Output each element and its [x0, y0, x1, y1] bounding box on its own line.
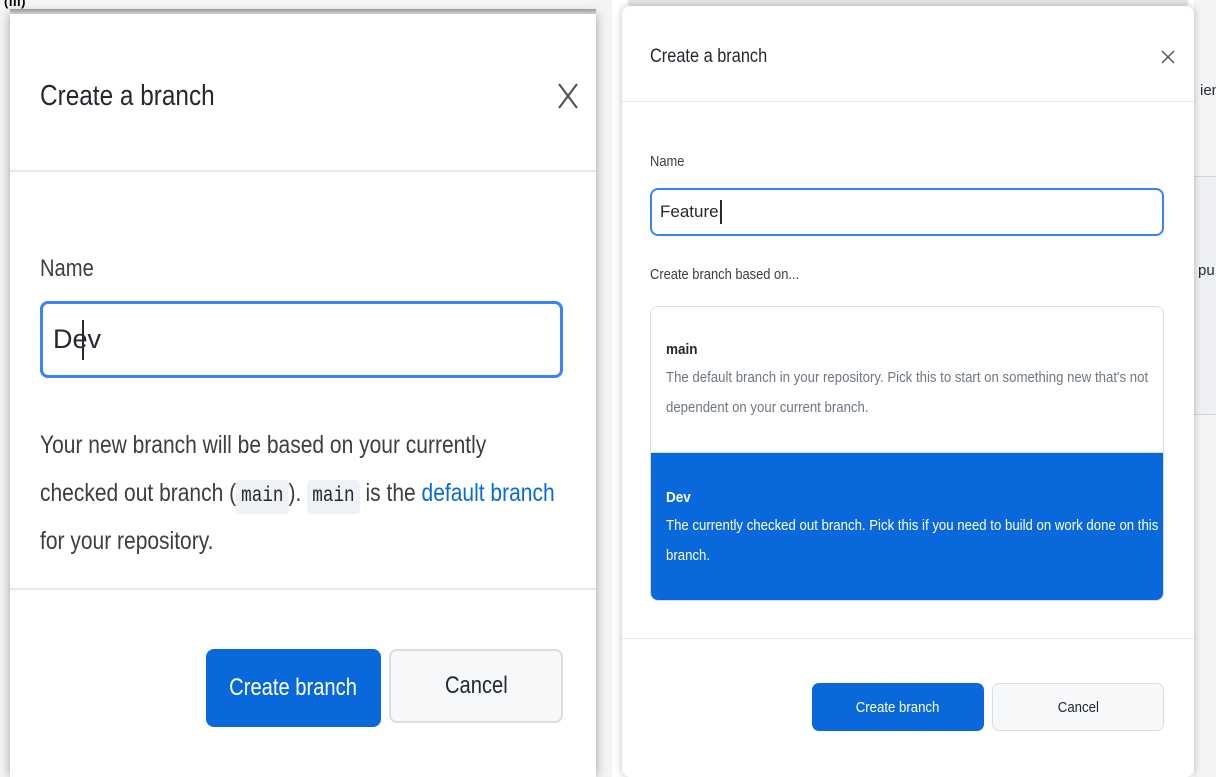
branch-name-input[interactable] — [40, 301, 563, 378]
panel-label: (iii) — [4, 0, 26, 9]
footer-divider — [10, 588, 596, 590]
background-text-fragment: ien — [1200, 82, 1216, 99]
cancel-button[interactable]: Cancel — [992, 683, 1164, 731]
background-app-strip — [1194, 0, 1216, 777]
cancel-label: Cancel — [444, 672, 508, 699]
description-text: for your repository. — [40, 527, 214, 555]
cancel-label: Cancel — [1057, 698, 1099, 716]
option-description: The default branch in your repository. P… — [666, 369, 1149, 416]
close-icon[interactable] — [556, 80, 580, 112]
create-branch-dialog: Create a branch Name Create branch based… — [622, 6, 1194, 777]
based-on-label: Create branch based on... — [650, 266, 800, 283]
branch-name-input[interactable] — [650, 188, 1164, 236]
dialog-title: Create a branch — [40, 80, 215, 112]
dialog-header: Create a branch — [622, 6, 1194, 102]
option-title: main — [666, 341, 698, 358]
code-branch-name: main — [236, 480, 289, 514]
create-branch-label: Create branch — [856, 698, 940, 716]
dialog-title: Create a branch — [650, 46, 768, 67]
base-option-dev-selected[interactable]: Dev The currently checked out branch. Pi… — [651, 453, 1163, 600]
branch-base-description: Your new branch will be based on your cu… — [40, 421, 561, 565]
code-branch-name: main — [307, 480, 360, 514]
text-caret — [720, 200, 722, 224]
name-label: Name — [40, 255, 94, 282]
background-text-fragment: pu — [1198, 262, 1215, 279]
background-panel — [1194, 177, 1216, 415]
default-branch-link[interactable]: default branch — [422, 479, 555, 507]
description-text: is the — [359, 479, 422, 507]
name-label: Name — [650, 153, 685, 170]
footer-divider — [622, 638, 1194, 639]
base-option-main[interactable]: main The default branch in your reposito… — [651, 307, 1163, 453]
create-branch-dialog-zoomed: Create a branch Name Your new branch wil… — [10, 9, 596, 777]
description-text: ). — [288, 479, 302, 507]
option-description: The currently checked out branch. Pick t… — [666, 517, 1159, 564]
dialog-header: Create a branch — [10, 14, 596, 172]
create-branch-label: Create branch — [229, 674, 358, 701]
create-branch-button[interactable]: Create branch — [812, 683, 984, 731]
cancel-button[interactable]: Cancel — [389, 649, 563, 723]
close-icon[interactable] — [1160, 48, 1176, 66]
text-caret — [82, 320, 84, 360]
screenshot-stage: (iii) Create a branch Name Your new bran… — [0, 0, 1216, 777]
create-branch-button[interactable]: Create branch — [206, 649, 381, 727]
option-title: Dev — [666, 489, 691, 506]
base-branch-options: main The default branch in your reposito… — [650, 306, 1164, 601]
